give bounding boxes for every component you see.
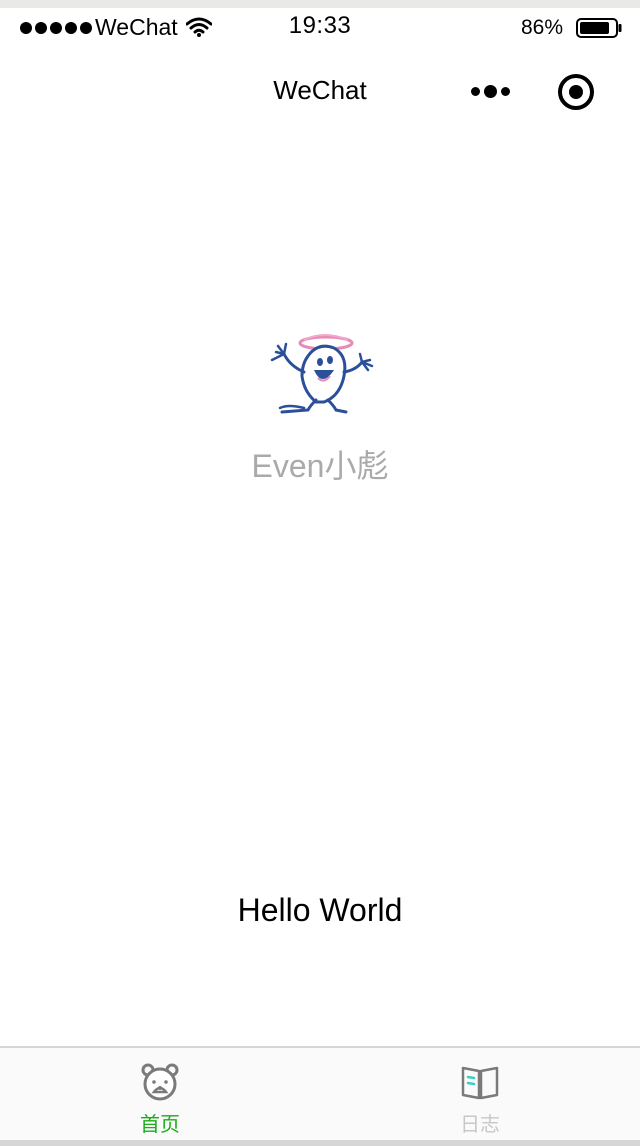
battery-icon — [576, 18, 622, 38]
tab-home[interactable]: 首页 — [0, 1048, 320, 1142]
top-edge — [0, 0, 640, 8]
user-nickname: Even小彪 — [251, 448, 389, 484]
bottom-edge — [0, 1140, 640, 1146]
navigation-bar: WeChat — [0, 46, 640, 132]
tab-home-label: 首页 — [140, 1114, 180, 1136]
app-screen: WeChat 19:33 86% WeChat Even小彪 Hello Wor… — [0, 0, 640, 1146]
bear-face-icon — [141, 1063, 179, 1101]
motto-text: Hello World — [237, 892, 403, 928]
tab-log[interactable]: 日志 — [320, 1048, 640, 1142]
status-bar: WeChat 19:33 86% — [0, 8, 640, 46]
tab-log-label: 日志 — [460, 1114, 500, 1136]
more-dots-icon — [470, 86, 480, 96]
open-book-icon — [461, 1066, 499, 1100]
tab-bar: 首页 日志 — [0, 1046, 640, 1142]
close-mini-program-button[interactable] — [556, 72, 596, 112]
battery-percentage: 86% — [520, 16, 563, 39]
page-title: WeChat — [273, 75, 367, 105]
user-avatar[interactable] — [264, 332, 376, 416]
more-options-button[interactable] — [466, 76, 514, 106]
